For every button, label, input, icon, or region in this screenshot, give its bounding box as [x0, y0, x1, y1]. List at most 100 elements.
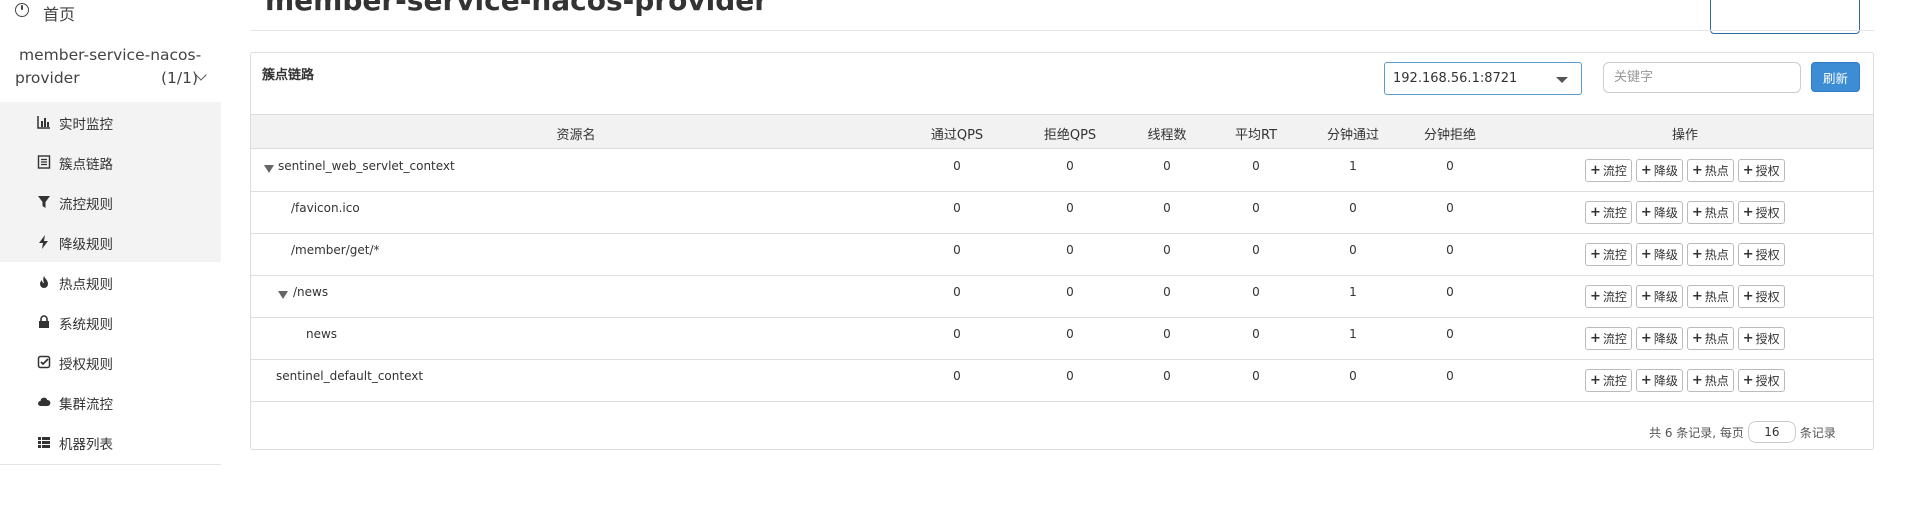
plus-icon: + — [1691, 247, 1703, 262]
row-operations: + 流控 + 降级 + 热点 + 授权 — [1585, 369, 1785, 393]
plus-icon: + — [1691, 205, 1703, 220]
button-label: 热点 — [1704, 332, 1729, 346]
add-auth-rule-button[interactable]: + 授权 — [1737, 285, 1785, 308]
plus-icon: + — [1590, 205, 1601, 220]
add-flow-rule-button[interactable]: + 流控 — [1585, 243, 1632, 266]
add-degrade-rule-button[interactable]: + 降级 — [1635, 201, 1683, 224]
add-flow-rule-button[interactable]: + 流控 — [1585, 327, 1632, 350]
sidebar-item-system-rules[interactable]: 系统规则 — [0, 302, 221, 342]
block-qps-cell: 0 — [1066, 243, 1074, 257]
sidebar-item-home[interactable]: 首页 — [0, 0, 221, 26]
add-auth-rule-button[interactable]: + 授权 — [1737, 243, 1785, 266]
button-label: 降级 — [1653, 248, 1678, 262]
sidebar-item-label: 热点规则 — [59, 277, 113, 293]
sidebar-item-degrade-rules[interactable]: 降级规则 — [0, 222, 221, 262]
add-auth-rule-button[interactable]: + 授权 — [1737, 201, 1785, 224]
expand-toggle-icon[interactable] — [264, 165, 274, 173]
plus-icon: + — [1691, 331, 1703, 346]
add-hot-rule-button[interactable]: + 热点 — [1686, 201, 1734, 224]
block-qps-cell: 0 — [1066, 201, 1074, 215]
add-auth-rule-button[interactable]: + 授权 — [1737, 369, 1785, 392]
plus-icon: + — [1640, 163, 1652, 178]
button-label: 热点 — [1704, 374, 1729, 388]
plus-icon: + — [1742, 163, 1754, 178]
sidebar-item-hot-rules[interactable]: 热点规则 — [0, 262, 221, 302]
button-label: 流控 — [1602, 248, 1627, 262]
button-label: 流控 — [1602, 290, 1627, 304]
sidebar-item-label: 集群流控 — [59, 397, 113, 413]
column-block-qps: 拒绝QPS — [1043, 128, 1097, 143]
plus-icon: + — [1742, 289, 1754, 304]
caret-down-icon — [1556, 77, 1568, 83]
lock-icon — [39, 315, 49, 328]
add-degrade-rule-button[interactable]: + 降级 — [1635, 243, 1683, 266]
add-flow-rule-button[interactable]: + 流控 — [1585, 159, 1632, 182]
expand-toggle-icon[interactable] — [278, 291, 288, 299]
avg-rt-cell: 0 — [1252, 243, 1260, 257]
add-degrade-rule-button[interactable]: + 降级 — [1635, 369, 1683, 392]
pass-qps-cell: 0 — [953, 159, 961, 173]
column-resource-name: 资源名 — [556, 128, 596, 143]
pagination: 共 6 条记录, 每页 16 条记录 — [1649, 421, 1836, 443]
add-flow-rule-button[interactable]: + 流控 — [1585, 201, 1632, 224]
button-label: 热点 — [1704, 248, 1729, 262]
sidebar-item-cluster-link[interactable]: 簇点链路 — [0, 142, 221, 182]
plus-icon: + — [1640, 247, 1652, 262]
sidebar-item-machine-list[interactable]: 机器列表 — [0, 422, 221, 462]
sidebar-item-realtime-monitor[interactable]: 实时监控 — [0, 102, 221, 142]
pass-qps-cell: 0 — [953, 201, 961, 215]
add-hot-rule-button[interactable]: + 热点 — [1686, 243, 1734, 266]
plus-icon: + — [1691, 289, 1703, 304]
threads-cell: 0 — [1163, 369, 1171, 383]
sidebar-item-auth-rules[interactable]: 授权规则 — [0, 342, 221, 382]
add-hot-rule-button[interactable]: + 热点 — [1686, 159, 1734, 182]
pass-qps-cell: 0 — [953, 327, 961, 341]
add-degrade-rule-button[interactable]: + 降级 — [1635, 327, 1683, 350]
app-selector[interactable]: member-service-nacos- provider (1/1) — [0, 42, 221, 96]
plus-icon: + — [1742, 205, 1754, 220]
resource-name: sentinel_web_servlet_context — [278, 159, 455, 173]
column-minute-pass: 分钟通过 — [1326, 128, 1380, 143]
add-auth-rule-button[interactable]: + 授权 — [1737, 159, 1785, 182]
add-flow-rule-button[interactable]: + 流控 — [1585, 285, 1632, 308]
add-hot-rule-button[interactable]: + 热点 — [1686, 327, 1734, 350]
minute-pass-cell: 0 — [1349, 243, 1357, 257]
button-label: 授权 — [1755, 164, 1780, 178]
keyword-search-input[interactable] — [1603, 62, 1801, 93]
sidebar-item-flow-rules[interactable]: 流控规则 — [0, 182, 221, 222]
machine-select[interactable]: 192.168.56.1:8721 — [1384, 62, 1582, 95]
dashboard-icon — [15, 3, 29, 17]
bar-chart-icon — [37, 116, 50, 129]
sidebar: 首页 member-service-nacos- provider (1/1) … — [0, 0, 221, 465]
threads-cell: 0 — [1163, 243, 1171, 257]
button-label: 流控 — [1602, 164, 1627, 178]
button-label: 授权 — [1755, 248, 1780, 262]
pass-qps-cell: 0 — [953, 243, 961, 257]
plus-icon: + — [1590, 247, 1601, 262]
row-operations: + 流控 + 降级 + 热点 + 授权 — [1585, 159, 1785, 183]
row-operations: + 流控 + 降级 + 热点 + 授权 — [1585, 285, 1785, 309]
sidebar-item-label: 簇点链路 — [59, 157, 113, 173]
button-label: 热点 — [1704, 206, 1729, 220]
add-hot-rule-button[interactable]: + 热点 — [1686, 369, 1734, 392]
app-name-continued: provider — [15, 69, 80, 87]
add-hot-rule-button[interactable]: + 热点 — [1686, 285, 1734, 308]
resource-name: /member/get/* — [291, 243, 380, 257]
add-degrade-rule-button[interactable]: + 降级 — [1635, 159, 1683, 182]
sidebar-item-label: 实时监控 — [59, 117, 113, 133]
button-label: 降级 — [1653, 206, 1678, 220]
plus-icon: + — [1691, 373, 1703, 388]
avg-rt-cell: 0 — [1252, 201, 1260, 215]
add-flow-rule-button[interactable]: + 流控 — [1585, 369, 1632, 392]
header-action-button[interactable] — [1710, 0, 1860, 34]
button-label: 流控 — [1602, 374, 1627, 388]
add-degrade-rule-button[interactable]: + 降级 — [1635, 285, 1683, 308]
minute-pass-cell: 0 — [1349, 201, 1357, 215]
sidebar-menu: 实时监控 簇点链路 流控规则 降级规则 热点规则 系统规则 授权规则 集群流控 — [0, 102, 221, 462]
add-auth-rule-button[interactable]: + 授权 — [1737, 327, 1785, 350]
sidebar-item-cluster-flow[interactable]: 集群流控 — [0, 382, 221, 422]
table-row: sentinel_web_servlet_context 0 0 0 0 1 0 + 流控 + 降级… — [251, 150, 1873, 192]
page-size-input[interactable]: 16 — [1747, 421, 1796, 443]
row-operations: + 流控 + 降级 + 热点 + 授权 — [1585, 243, 1785, 267]
refresh-button[interactable]: 刷新 — [1811, 62, 1860, 92]
